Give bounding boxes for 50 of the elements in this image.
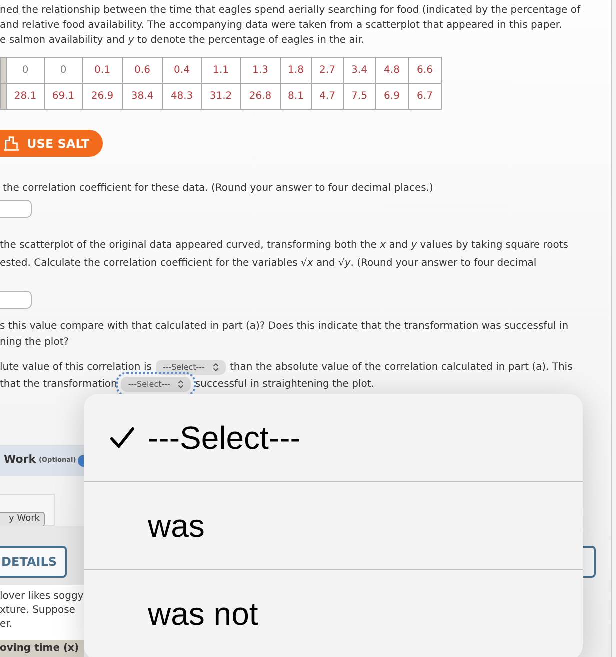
table-cell: 1.8 xyxy=(280,58,312,84)
select-dropdown[interactable]: ---Select--- xyxy=(156,360,226,375)
question-text: ned the relationship between the time that eagles spend aerially searching for food (indicated by the percentage of and relative food availability. The accompanying data were taken from a scatterplot that appeared in this paper. e salmon availability and y to denote the percentage of eagles in the air. xyxy=(0,4,582,48)
question-text: s this value compare with that calculated in part (a)? Does this indicate that the transformation was successful in ning the plot? xyxy=(0,320,570,350)
table-cell: 7.5 xyxy=(344,84,376,110)
select-dropdown[interactable]: ---Select--- xyxy=(121,377,192,392)
table-cell: 3.4 xyxy=(344,58,376,84)
column-heading: oving time (x) xyxy=(0,642,80,656)
table-cell: 38.4 xyxy=(122,84,162,110)
table-cell: 0.6 xyxy=(122,58,162,84)
table-cell: 31.2 xyxy=(202,84,240,110)
table-cell: 0 xyxy=(6,58,44,84)
table-cell: 26.9 xyxy=(82,84,122,110)
section-title: Work xyxy=(4,452,36,468)
info-icon[interactable] xyxy=(78,454,84,466)
dropdown-option[interactable]: ---Select--- xyxy=(84,394,583,482)
question-text: the correlation coefficient for these data. (Round your answer to four decimal places.) xyxy=(2,182,434,196)
table-cell: 48.3 xyxy=(162,84,202,110)
table-cell: 28.1 xyxy=(6,84,44,110)
my-work-button[interactable]: y Work xyxy=(0,512,45,527)
sentence-text: lute value of this correlation is xyxy=(0,361,152,375)
table-cell: 2.7 xyxy=(312,58,344,84)
table-cell: 6.7 xyxy=(408,84,442,110)
table-cell: 6.6 xyxy=(408,58,442,84)
outlined-button[interactable] xyxy=(583,546,596,578)
table-cell: 8.1 xyxy=(280,84,312,110)
table-cell: 69.1 xyxy=(44,84,82,110)
sentence-text: successful in straightening the plot. xyxy=(195,378,374,392)
table-cell: 4.7 xyxy=(312,84,344,110)
sentence-text: than the absolute value of the correlation calculated in part (a). This xyxy=(230,361,573,375)
table-cell: 1.3 xyxy=(240,58,280,84)
dropdown-option[interactable]: was not xyxy=(84,570,583,657)
checkmark-icon xyxy=(110,426,135,448)
answer-field[interactable] xyxy=(0,291,32,309)
problem-text: lover likes soggy xture. Suppose er. xyxy=(0,585,84,640)
answer-field[interactable] xyxy=(0,200,32,218)
histogram-icon xyxy=(3,136,20,151)
details-button[interactable]: DETAILS xyxy=(0,546,67,578)
table-cell: 0 xyxy=(44,58,82,84)
table-cell: 0.1 xyxy=(82,58,122,84)
sentence-text: that the transformation xyxy=(0,378,118,392)
table-cell: 26.8 xyxy=(240,84,280,110)
question-text: the scatterplot of the original data appeared curved, transforming both the x and y values by taking square roots ested. Calculate the correlation coefficient for the variables √x and √y. (Round your answer to four decimal xyxy=(0,239,570,271)
table-cell: 4.8 xyxy=(376,58,408,84)
table-cell: 1.1 xyxy=(202,58,240,84)
chevron-up-down-icon xyxy=(178,380,184,389)
table-cell: 0.4 xyxy=(162,58,202,84)
chevron-up-down-icon xyxy=(212,363,219,372)
dropdown-option[interactable]: was xyxy=(84,482,583,570)
table-cell: 6.9 xyxy=(376,84,408,110)
